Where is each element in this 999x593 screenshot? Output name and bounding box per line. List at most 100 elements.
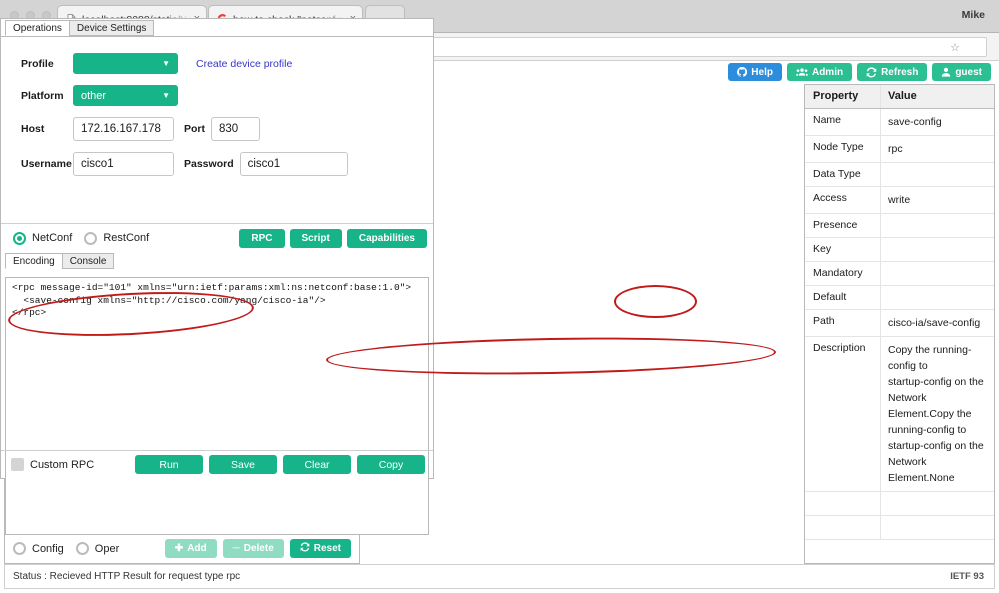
rpc-editor[interactable]: <rpc message-id="101" xmlns="urn:ietf:pa… (5, 277, 429, 535)
property-value: write (888, 194, 911, 206)
user-button[interactable]: guest (932, 63, 991, 81)
capabilities-button[interactable]: Capabilities (346, 228, 427, 248)
refresh-button-label: Refresh (881, 66, 919, 78)
refresh-icon (300, 542, 310, 555)
custom-rpc-checkbox[interactable] (11, 458, 24, 471)
config-label: Config (32, 542, 64, 555)
rpc-footer: Custom RPC Run Save Clear Copy (1, 450, 433, 478)
profile-select[interactable]: ▼ (73, 53, 178, 74)
protocol-button-group: RPC Script Capabilities (239, 228, 427, 248)
property-key: Access (805, 187, 881, 213)
property-key: Data Type (805, 163, 881, 186)
script-button[interactable]: Script (289, 228, 342, 248)
reset-button-label: Reset (313, 543, 341, 554)
help-button[interactable]: Help (728, 63, 782, 81)
annotation-ellipse-rpc-button (614, 285, 697, 318)
refresh-button[interactable]: Refresh (857, 63, 928, 81)
password-label: Password (184, 158, 234, 170)
property-row (805, 492, 994, 516)
property-key: Key (805, 238, 881, 261)
user-icon (941, 67, 951, 77)
property-row: Mandatory (805, 262, 994, 286)
copy-button[interactable]: Copy (357, 455, 425, 474)
chevron-down-icon: ▼ (162, 59, 170, 68)
profile-label: Profile (21, 57, 54, 70)
property-row: Description Copy the running-config to sta… (805, 337, 994, 492)
status-text: Status : Recieved HTTP Result for reques… (13, 571, 241, 582)
oper-label: Oper (94, 542, 120, 555)
config-radio[interactable] (13, 542, 26, 555)
delete-button-label: Delete (243, 543, 274, 554)
add-button[interactable]: ✚ Add (164, 539, 217, 558)
property-value: rpc (888, 143, 903, 155)
reset-button[interactable]: Reset (289, 539, 351, 558)
oper-radio[interactable] (75, 542, 89, 555)
property-row: Key (805, 238, 994, 262)
property-row: Default (805, 286, 994, 310)
property-row: Data Type (805, 163, 994, 187)
subtab-device-settings[interactable]: Device Settings (68, 20, 155, 36)
value-column-header: Value (888, 90, 917, 102)
port-label: Port (184, 123, 205, 135)
netconf-label: NetConf (32, 232, 73, 244)
minus-icon: ─ (232, 543, 240, 554)
property-table-header: Property Value (805, 85, 994, 109)
host-input[interactable]: 172.16.167.178 (73, 117, 174, 141)
sub-tab-bar: Operations Device Settings (1, 19, 433, 36)
platform-select[interactable]: other ▼ (73, 85, 178, 106)
property-row (805, 516, 994, 540)
property-row: Access write (805, 187, 994, 214)
property-key: Presence (805, 214, 881, 237)
password-input[interactable]: cisco1 (239, 152, 348, 176)
github-icon (737, 67, 748, 77)
help-button-label: Help (751, 66, 773, 78)
editor-tab-encoding[interactable]: Encoding (5, 253, 63, 269)
platform-label: Platform (21, 89, 64, 102)
username-label: Username (21, 158, 72, 170)
users-icon (795, 67, 808, 77)
property-value (881, 492, 994, 515)
property-value (881, 262, 994, 285)
admin-button[interactable]: Admin (786, 63, 853, 81)
create-device-profile-link[interactable]: Create device profile (196, 58, 292, 70)
app-root: localhost:8088/static/YangExp × how to c… (0, 0, 999, 593)
refresh-icon (866, 66, 877, 78)
property-value (881, 286, 994, 309)
clear-button[interactable]: Clear (283, 455, 351, 474)
username-input[interactable]: cisco1 (73, 152, 174, 176)
property-value (881, 163, 994, 186)
property-value (881, 214, 994, 237)
user-button-label: guest (955, 66, 982, 78)
property-key: Name (805, 109, 881, 135)
host-label: Host (21, 123, 45, 135)
property-key (805, 492, 881, 515)
protocol-row: NetConf RestConf RPC Script Capabilities (1, 223, 433, 252)
run-button[interactable]: Run (135, 455, 203, 474)
plus-icon: ✚ (174, 543, 184, 554)
property-value (881, 516, 994, 539)
platform-select-value: other (81, 89, 107, 102)
rpc-button-group: Run Save Clear Copy (135, 455, 425, 474)
browser-profile-name[interactable]: Mike (962, 9, 985, 21)
credentials-row: Username cisco1 Password cisco1 (21, 152, 423, 176)
device-form: Profile ▼ Create device profile Platform… (1, 37, 433, 197)
editor-tab-bar: Encoding Console (1, 252, 115, 269)
subtab-operations[interactable]: Operations (5, 20, 70, 36)
property-row: Node Type rpc (805, 136, 994, 163)
status-bar: Status : Recieved HTTP Result for reques… (4, 564, 995, 589)
restconf-label: RestConf (103, 232, 150, 244)
netconf-radio[interactable] (13, 231, 26, 245)
save-button[interactable]: Save (209, 455, 277, 474)
rpc-button[interactable]: RPC (239, 228, 285, 248)
bookmark-star-icon[interactable]: ☆ (950, 41, 960, 54)
property-value: cisco-ia/save-config (888, 317, 981, 329)
explorer-footer: Config Oper ✚ Add ─ Delete Reset (4, 534, 360, 564)
chevron-down-icon: ▼ (162, 91, 170, 100)
delete-button[interactable]: ─ Delete (222, 539, 284, 558)
port-input[interactable]: 830 (211, 117, 260, 141)
restconf-radio[interactable] (84, 231, 98, 245)
property-key: Mandatory (805, 262, 881, 285)
property-key: Description (805, 337, 881, 491)
editor-tab-console[interactable]: Console (61, 253, 115, 269)
property-key: Default (805, 286, 881, 309)
